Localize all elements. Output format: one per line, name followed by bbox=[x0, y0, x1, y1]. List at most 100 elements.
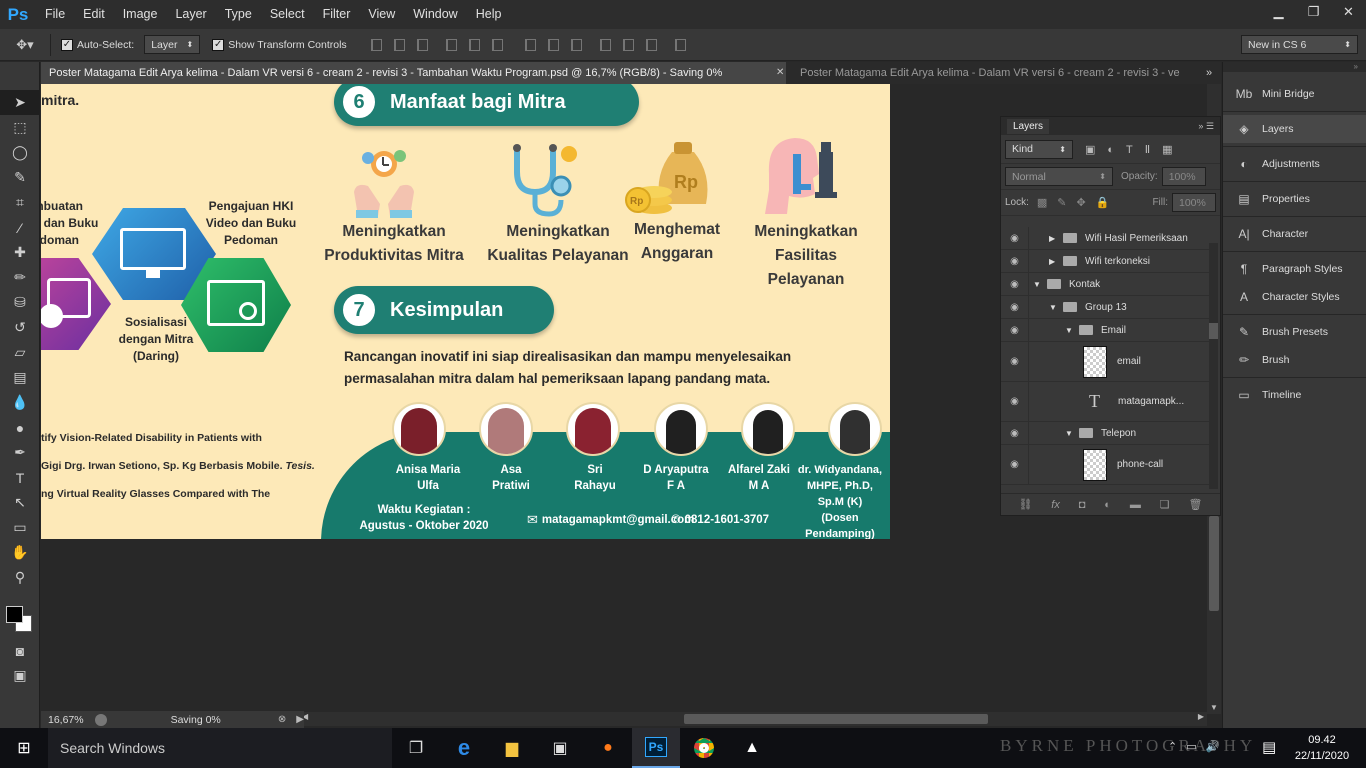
menu-filter[interactable]: Filter bbox=[314, 0, 360, 29]
show-transform-checkbox[interactable]: ✓ bbox=[212, 38, 225, 51]
move-tool-preset-icon[interactable]: ✥▾ bbox=[0, 37, 50, 53]
document-tab-active[interactable]: Poster Matagama Edit Arya kelima - Dalam… bbox=[41, 62, 776, 84]
system-tray-icons[interactable]: ⌃▭🔊 bbox=[1168, 740, 1228, 753]
layer-row-wifi-hasil[interactable]: ◉ ▶ Wifi Hasil Pemeriksaan bbox=[1001, 227, 1209, 250]
file-explorer-icon[interactable]: ▆ bbox=[488, 728, 536, 768]
layers-scrollbar[interactable] bbox=[1209, 243, 1218, 489]
workspace-dropdown[interactable]: New in CS 6 ⬍ bbox=[1241, 35, 1358, 54]
photoshop-taskbar-icon[interactable]: Ps bbox=[632, 728, 680, 768]
align-right-icon[interactable] bbox=[491, 38, 503, 51]
menu-view[interactable]: View bbox=[359, 0, 404, 29]
menu-type[interactable]: Type bbox=[216, 0, 261, 29]
menu-help[interactable]: Help bbox=[467, 0, 511, 29]
fx-icon[interactable]: fx bbox=[1051, 499, 1060, 511]
distribute-bottom-icon[interactable] bbox=[570, 38, 582, 51]
link-layers-icon[interactable]: ⛓ bbox=[1018, 498, 1032, 511]
visibility-eye-icon[interactable]: ◉ bbox=[1001, 422, 1029, 444]
layer-row-group13[interactable]: ◉ ▼ Group 13 bbox=[1001, 296, 1209, 319]
cancel-save-icon[interactable]: ⊗ bbox=[278, 714, 286, 725]
collapse-arrow-icon[interactable]: ▼ bbox=[1033, 280, 1047, 289]
dock-layers[interactable]: ◈ Layers bbox=[1223, 115, 1366, 143]
color-swatches[interactable] bbox=[0, 598, 39, 638]
align-hcenter-icon[interactable] bbox=[468, 38, 480, 51]
move-tool-icon[interactable]: ➤ bbox=[0, 90, 40, 115]
new-group-icon[interactable]: ▬ bbox=[1130, 499, 1141, 511]
layer-row-email-group[interactable]: ◉ ▼ Email bbox=[1001, 319, 1209, 342]
gradient-tool-icon[interactable]: ▤ bbox=[0, 365, 40, 390]
clone-stamp-icon[interactable]: ⛁ bbox=[0, 290, 40, 315]
dock-collapse-icon[interactable]: » bbox=[1223, 62, 1366, 72]
align-left-icon[interactable] bbox=[445, 38, 457, 51]
screen-mode-icon[interactable]: ▣ bbox=[0, 663, 40, 688]
visibility-eye-icon[interactable]: ◉ bbox=[1001, 319, 1029, 341]
eraser-tool-icon[interactable]: ▱ bbox=[0, 340, 40, 365]
visibility-eye-icon[interactable]: ◉ bbox=[1001, 445, 1029, 484]
chrome-icon[interactable] bbox=[680, 728, 728, 768]
distribute-vcenter-icon[interactable] bbox=[547, 38, 559, 51]
close-icon[interactable]: ✕ bbox=[1331, 1, 1366, 23]
windows-start-icon[interactable]: ⊞ bbox=[0, 728, 48, 768]
menu-layer[interactable]: Layer bbox=[166, 0, 215, 29]
dock-character-styles[interactable]: A Character Styles bbox=[1223, 283, 1366, 311]
menu-select[interactable]: Select bbox=[261, 0, 314, 29]
collapse-arrow-icon[interactable]: ▼ bbox=[1065, 429, 1079, 438]
expand-arrow-icon[interactable]: ▶ bbox=[1049, 234, 1063, 243]
distribute-top-icon[interactable] bbox=[524, 38, 536, 51]
dock-adjustments[interactable]: ◐ Adjustments bbox=[1223, 150, 1366, 178]
auto-select-dropdown[interactable]: Layer ⬍ bbox=[144, 35, 201, 54]
firefox-icon[interactable]: ● bbox=[584, 728, 632, 768]
scroll-right-icon[interactable]: ▶ bbox=[1198, 712, 1204, 721]
visibility-eye-icon[interactable]: ◉ bbox=[1001, 296, 1029, 318]
dock-timeline[interactable]: ▭ Timeline bbox=[1223, 381, 1366, 409]
crop-tool-icon[interactable]: ⌗ bbox=[0, 190, 40, 215]
layer-row-phone-call[interactable]: ◉ phone-call bbox=[1001, 445, 1209, 485]
distribute-right-icon[interactable] bbox=[645, 38, 657, 51]
document-tab-2[interactable]: Poster Matagama Edit Arya kelima - Dalam… bbox=[792, 62, 1202, 84]
store-icon[interactable]: ▣ bbox=[536, 728, 584, 768]
visibility-eye-icon[interactable]: ◉ bbox=[1001, 382, 1029, 421]
type-tool-icon[interactable]: T bbox=[0, 465, 40, 490]
dock-character[interactable]: A| Character bbox=[1223, 220, 1366, 248]
dock-properties[interactable]: ▤ Properties bbox=[1223, 185, 1366, 213]
eyedropper-tool-icon[interactable]: ⁄ bbox=[0, 215, 40, 240]
tabs-overflow-icon[interactable]: » bbox=[1202, 62, 1212, 84]
zoom-level[interactable]: 16,67% bbox=[48, 714, 95, 726]
visibility-eye-icon[interactable]: ◉ bbox=[1001, 273, 1029, 295]
task-view-icon[interactable]: ❐ bbox=[392, 728, 440, 768]
auto-select-checkbox[interactable]: ✓ bbox=[61, 38, 73, 51]
layer-row-wifi-terkoneksi[interactable]: ◉ ▶ Wifi terkoneksi bbox=[1001, 250, 1209, 273]
scroll-down-icon[interactable]: ▼ bbox=[1210, 703, 1218, 712]
layer-row-telepon-group[interactable]: ◉ ▼ Telepon bbox=[1001, 422, 1209, 445]
search-box[interactable]: Search Windows bbox=[48, 728, 392, 768]
quick-mask-icon[interactable]: ◙ bbox=[0, 638, 40, 663]
healing-brush-icon[interactable]: ✚ bbox=[0, 240, 40, 265]
brush-tool-icon[interactable]: ✏ bbox=[0, 265, 40, 290]
layer-row-matagama-text[interactable]: ◉ T matagamapk... bbox=[1001, 382, 1209, 422]
hand-tool-icon[interactable]: ✋ bbox=[0, 540, 40, 565]
align-bottom-icon[interactable] bbox=[416, 38, 428, 51]
lasso-tool-icon[interactable]: ◯ bbox=[0, 140, 40, 165]
expand-arrow-icon[interactable]: ▶ bbox=[1049, 257, 1063, 266]
visibility-eye-icon[interactable]: ◉ bbox=[1001, 227, 1029, 249]
marquee-tool-icon[interactable]: ⬚ bbox=[0, 115, 40, 140]
layer-row-kontak[interactable]: ◉ ▼ Kontak bbox=[1001, 273, 1209, 296]
visibility-eye-icon[interactable]: ◉ bbox=[1001, 250, 1029, 272]
adjustment-layer-icon[interactable]: ◐ bbox=[1104, 499, 1111, 511]
dock-brush-presets[interactable]: ✎ Brush Presets bbox=[1223, 318, 1366, 346]
collapse-arrow-icon[interactable]: ▼ bbox=[1049, 303, 1063, 312]
path-select-icon[interactable]: ↖ bbox=[0, 490, 40, 515]
distribute-left-icon[interactable] bbox=[599, 38, 611, 51]
photos-icon[interactable]: ▲ bbox=[728, 728, 776, 768]
pen-tool-icon[interactable]: ✒ bbox=[0, 440, 40, 465]
vertical-scroll-thumb[interactable] bbox=[1209, 516, 1219, 611]
fill-input[interactable]: 100% bbox=[1172, 193, 1216, 212]
menu-window[interactable]: Window bbox=[404, 0, 466, 29]
auto-align-icon[interactable] bbox=[674, 38, 686, 51]
visibility-eye-icon[interactable]: ◉ bbox=[1001, 342, 1029, 381]
add-mask-icon[interactable]: ◘ bbox=[1079, 499, 1086, 511]
zoom-tool-icon[interactable]: ⚲ bbox=[0, 565, 40, 590]
layer-row-email[interactable]: ◉ email bbox=[1001, 342, 1209, 382]
restore-icon[interactable]: ❐ bbox=[1296, 1, 1331, 23]
blend-mode-dropdown[interactable]: Normal ⬍ bbox=[1005, 167, 1113, 186]
tab-close-icon[interactable]: ✕ bbox=[776, 62, 786, 84]
